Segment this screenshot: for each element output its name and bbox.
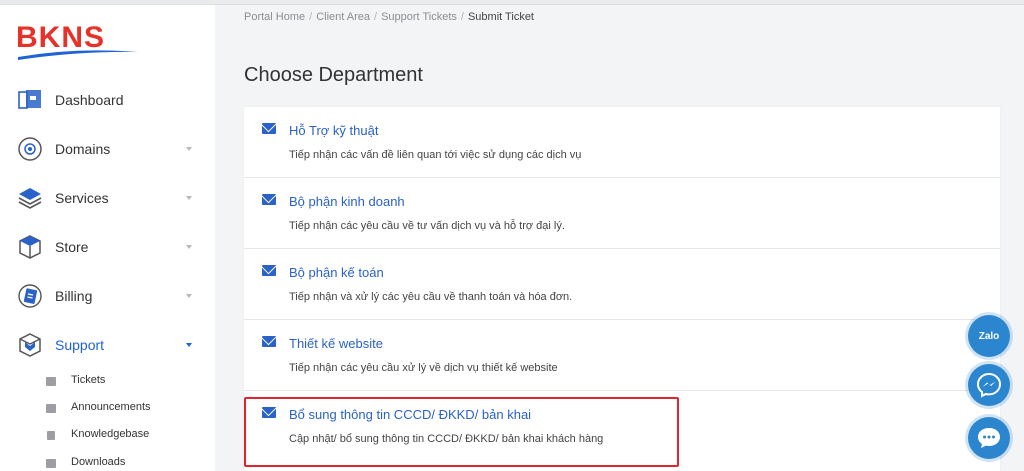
- envelope-icon: [262, 123, 276, 134]
- sidebar-subitem-knowledgebase[interactable]: Knowledgebase: [0, 423, 215, 449]
- download-icon: [46, 459, 56, 468]
- chevron-down-icon: [186, 294, 192, 298]
- messenger-chat-button[interactable]: [968, 364, 1010, 406]
- sidebar-item-label: Store: [55, 239, 89, 255]
- inbox-icon: [46, 377, 56, 386]
- zalo-chat-button[interactable]: Zalo: [968, 315, 1010, 357]
- sidebar-item-billing[interactable]: Billing: [0, 276, 215, 316]
- breadcrumb: Portal Home / Client Area / Support Tickets /…: [244, 11, 534, 23]
- sidebar-subitem-label: Tickets: [71, 374, 106, 386]
- messenger-icon: [976, 372, 1002, 398]
- sidebar-subitem-label: Knowledgebase: [71, 428, 150, 440]
- breadcrumb-support-tickets[interactable]: Support Tickets: [381, 11, 457, 23]
- breadcrumb-portal-home[interactable]: Portal Home: [244, 11, 305, 23]
- department-title[interactable]: Bổ sung thông tin CCCD/ ĐKKD/ bản khai: [289, 407, 531, 422]
- envelope-icon: [262, 194, 276, 205]
- sidebar-subitem-tickets[interactable]: Tickets: [0, 369, 215, 395]
- department-title[interactable]: Thiết kế website: [289, 336, 383, 351]
- sidebar-item-dashboard[interactable]: Dashboard: [0, 80, 215, 120]
- sidebar-item-store[interactable]: Store: [0, 227, 215, 267]
- chat-bubble-icon: [978, 428, 1000, 448]
- department-item-id-update[interactable]: Bổ sung thông tin CCCD/ ĐKKD/ bản khai C…: [244, 391, 1000, 462]
- chevron-down-icon: [186, 196, 192, 200]
- chat-icon: [46, 404, 56, 413]
- sidebar-item-label: Billing: [55, 288, 93, 304]
- billing-card-icon: [16, 282, 44, 310]
- breadcrumb-separator: /: [374, 11, 378, 23]
- sidebar-item-label: Dashboard: [55, 92, 124, 108]
- sidebar-subitem-label: Announcements: [71, 401, 151, 413]
- department-item-technical-support[interactable]: Hỗ Trợ kỹ thuật Tiếp nhận các vấn đề liê…: [244, 107, 1000, 178]
- department-description: Tiếp nhận các yêu cầu xử lý về dịch vụ t…: [289, 362, 558, 374]
- sidebar-subitem-announcements[interactable]: Announcements: [0, 396, 215, 422]
- zalo-label: Zalo: [978, 330, 1000, 342]
- sidebar-item-label: Support: [55, 337, 105, 353]
- department-description: Tiếp nhận các vấn đề liên quan tới việc …: [289, 149, 582, 161]
- breadcrumb-separator: /: [309, 11, 313, 23]
- department-list: Hỗ Trợ kỹ thuật Tiếp nhận các vấn đề liê…: [244, 107, 1000, 471]
- envelope-icon: [262, 407, 276, 418]
- breadcrumb-current: Submit Ticket: [467, 11, 534, 23]
- box-icon: [16, 233, 44, 261]
- sidebar: BKNS Dashboard Domains Services Store Bi…: [0, 5, 215, 471]
- dashboard-icon: [16, 86, 44, 114]
- sidebar-subitem-downloads[interactable]: Downloads: [0, 451, 215, 471]
- page-title: Choose Department: [244, 64, 423, 86]
- bkns-logo[interactable]: BKNS: [16, 23, 140, 63]
- breadcrumb-client-area[interactable]: Client Area: [316, 11, 370, 23]
- breadcrumb-separator: /: [460, 11, 464, 23]
- sidebar-item-support[interactable]: Support: [0, 325, 215, 365]
- chevron-down-icon: [186, 147, 192, 151]
- cube-layers-icon: [16, 184, 44, 212]
- sidebar-item-label: Domains: [55, 141, 111, 157]
- department-title[interactable]: Bộ phận kinh doanh: [289, 194, 405, 209]
- globe-icon: [16, 135, 44, 163]
- sidebar-subitem-label: Downloads: [71, 456, 126, 468]
- logo-swoosh-icon: [18, 50, 138, 60]
- department-item-sales[interactable]: Bộ phận kinh doanh Tiếp nhận các yêu cầu…: [244, 178, 1000, 249]
- department-title[interactable]: Hỗ Trợ kỹ thuật: [289, 123, 378, 138]
- chevron-down-icon: [186, 343, 192, 347]
- sidebar-item-services[interactable]: Services: [0, 178, 215, 218]
- department-description: Tiếp nhận các yêu cầu về tư vấn dịch vụ …: [289, 220, 565, 232]
- chevron-down-icon: [186, 245, 192, 249]
- envelope-icon: [262, 265, 276, 276]
- support-box-icon: [16, 331, 44, 359]
- sidebar-item-domains[interactable]: Domains: [0, 129, 215, 169]
- book-icon: [47, 431, 55, 440]
- sidebar-item-label: Services: [55, 190, 109, 206]
- department-description: Cập nhật/ bổ sung thông tin CCCD/ ĐKKD/ …: [289, 433, 604, 445]
- envelope-icon: [262, 336, 276, 347]
- department-item-web-design[interactable]: Thiết kế website Tiếp nhận các yêu cầu x…: [244, 320, 1000, 391]
- department-description: Tiếp nhận và xử lý các yêu cầu về thanh …: [289, 291, 573, 303]
- department-item-accounting[interactable]: Bộ phận kế toán Tiếp nhận và xử lý các y…: [244, 249, 1000, 320]
- department-title[interactable]: Bộ phận kế toán: [289, 265, 384, 280]
- live-chat-button[interactable]: [968, 417, 1010, 459]
